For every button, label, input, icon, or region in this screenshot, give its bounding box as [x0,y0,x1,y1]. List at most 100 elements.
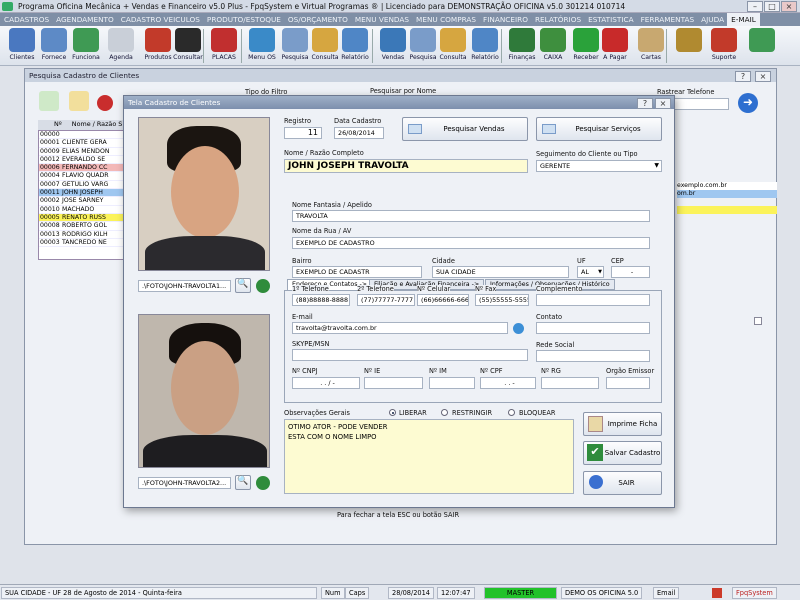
fantasia-label: Nome Fantasia / Apelido [292,201,372,209]
toolbar-button-11[interactable]: Vendas [377,28,409,64]
toolbar-button-16[interactable]: CAIXA [537,28,569,64]
edit-client-icon[interactable] [69,91,89,111]
toolbar-button-7[interactable]: Menu OS [246,28,278,64]
nome-field[interactable]: JOHN JOSEPH TRAVOLTA [284,159,528,173]
toolbar-button-18[interactable]: A Pagar [599,28,631,64]
menu-compras[interactable]: MENU COMPRAS [412,13,479,24]
toolbar-label: Consultar [173,54,203,61]
close-button[interactable]: × [781,1,797,12]
toolbar-button-5[interactable]: Consultar [172,28,204,64]
toolbar-button-9[interactable]: Consulta [309,28,341,64]
toolbar-button-19[interactable]: Cartas [635,28,667,64]
fantasia-field[interactable]: TRAVOLTA [292,210,650,222]
toolbar-button-8[interactable]: Pesquisa [279,28,311,64]
toolbar-button-20[interactable] [673,28,705,64]
contato-field[interactable] [536,322,650,334]
menu-produto-estoque[interactable]: PRODUTO/ESTOQUE [203,13,284,24]
data-cadastro-field[interactable]: 26/08/2014 [334,127,384,139]
ie-field[interactable] [364,377,423,389]
maximize-button[interactable]: □ [764,1,780,12]
registro-field[interactable]: 11 [284,127,322,139]
help-button[interactable]: ? [735,71,751,82]
menu-os-orcamento[interactable]: OS/ORÇAMENTO [284,13,351,24]
bairro-field[interactable]: EXEMPLO DE CADASTR [292,266,422,278]
status-time: 12:07:47 [437,587,475,599]
rg-field[interactable] [541,377,599,389]
dialog-help-button[interactable]: ? [637,98,653,109]
dialog-close-button[interactable]: × [655,98,671,109]
toolbar-button-14[interactable]: Relatório [469,28,501,64]
send-email-icon[interactable] [513,323,524,334]
col-n-header: Nº [54,120,62,128]
im-field[interactable] [429,377,475,389]
minimize-button[interactable]: – [747,1,763,12]
complemento-field[interactable] [536,294,650,306]
new-client-icon[interactable] [39,91,59,111]
cnpj-field[interactable]: . . / - [292,377,360,389]
photo2-search-icon[interactable]: 🔍 [235,475,251,490]
toolbar-button-10[interactable]: Relatório [339,28,371,64]
photo2-save-icon[interactable] [256,476,270,490]
menu-ajuda[interactable]: AJUDA [697,13,727,24]
photo1-save-icon[interactable] [256,279,270,293]
menu-estatistica[interactable]: ESTATISTICA [584,13,637,24]
toolbar-button-4[interactable]: Produtos [142,28,174,64]
toolbar-button-1[interactable]: Fornece [38,28,70,64]
row-name: FLAVIO QUADR [62,172,109,180]
services-list-icon [542,124,556,134]
toolbar-button-17[interactable]: Receber [570,28,602,64]
radio-restringir[interactable] [441,409,448,416]
toolbar-separator [666,29,667,63]
tel2-field[interactable]: (77)77777-7777 [357,294,415,306]
pesquisar-vendas-label: Pesquisar Vendas [443,125,505,133]
menu-cadastros[interactable]: CADASTROS [0,13,52,24]
radio-bloquear[interactable] [508,409,515,416]
email-field[interactable]: travolta@travolta.com.br [292,322,508,334]
cel-field[interactable]: (66)66666-6666 [417,294,469,306]
cpf-field[interactable]: . . - [480,377,536,389]
toolbar-button-22[interactable] [746,28,778,64]
menu-cadastro-veiculos[interactable]: CADASTRO VEICULOS [117,13,203,24]
toolbar-button-15[interactable]: Finanças [506,28,538,64]
menu-agendamento[interactable]: AGENDAMENTO [52,13,117,24]
photo1-path[interactable]: .\FOTO\JOHN-TRAVOLTA1... [138,280,231,292]
tel1-field[interactable]: (88)88888-8888 [292,294,350,306]
photo1-search-icon[interactable]: 🔍 [235,278,251,293]
tools-icon [676,28,702,52]
orgao-field[interactable] [606,377,650,389]
col-name-header: Nome / Razão S [71,120,123,128]
toolbar-button-0[interactable]: Clientes [6,28,38,64]
skype-field[interactable] [292,349,528,361]
toolbar-button-13[interactable]: Consulta [437,28,469,64]
uf-select[interactable]: AL ▼ [577,266,604,278]
toolbar-button-6[interactable]: PLACAS [208,28,240,64]
toolbar-button-3[interactable]: Agenda [105,28,137,64]
folder-icon [312,28,338,52]
menu-ferramentas[interactable]: FERRAMENTAS [637,13,698,24]
fax-field[interactable]: (55)55555-5555 [475,294,529,306]
go-arrow-icon[interactable]: ➜ [738,93,758,113]
rua-field[interactable]: EXEMPLO DE CADASTRO [292,237,650,249]
segmento-select[interactable]: GERENTE ▼ [536,160,662,172]
status-email[interactable]: Email [653,587,680,599]
row-name: JOSE SARNEY [62,197,104,205]
photo2-path[interactable]: .\FOTO\JOHN-TRAVOLTA2... [138,477,231,489]
cidade-field[interactable]: SUA CIDADE [432,266,569,278]
row-number: 00013 [40,230,60,238]
bg-close-button[interactable]: × [755,71,771,82]
support-icon [711,28,737,52]
toolbar-button-2[interactable]: Funciona [70,28,102,64]
menu-email[interactable]: E-MAIL [727,13,760,26]
delete-client-icon[interactable] [97,95,113,111]
obs-textarea[interactable]: OTIMO ATOR - PODE VENDER ESTA COM O NOME… [284,419,574,494]
toolbar-separator [372,29,373,63]
rede-field[interactable] [536,350,650,362]
menu-financeiro[interactable]: FINANCEIRO [479,13,531,24]
menu-vendas[interactable]: MENU VENDAS [351,13,412,24]
cep-field[interactable]: - [611,266,650,278]
toolbar-button-12[interactable]: Pesquisa [407,28,439,64]
scrollbar-thumb[interactable] [754,317,762,325]
menu-relatorios[interactable]: RELATÓRIOS [531,13,584,24]
radio-liberar[interactable] [389,409,396,416]
toolbar-button-21[interactable]: Suporte [708,28,740,64]
